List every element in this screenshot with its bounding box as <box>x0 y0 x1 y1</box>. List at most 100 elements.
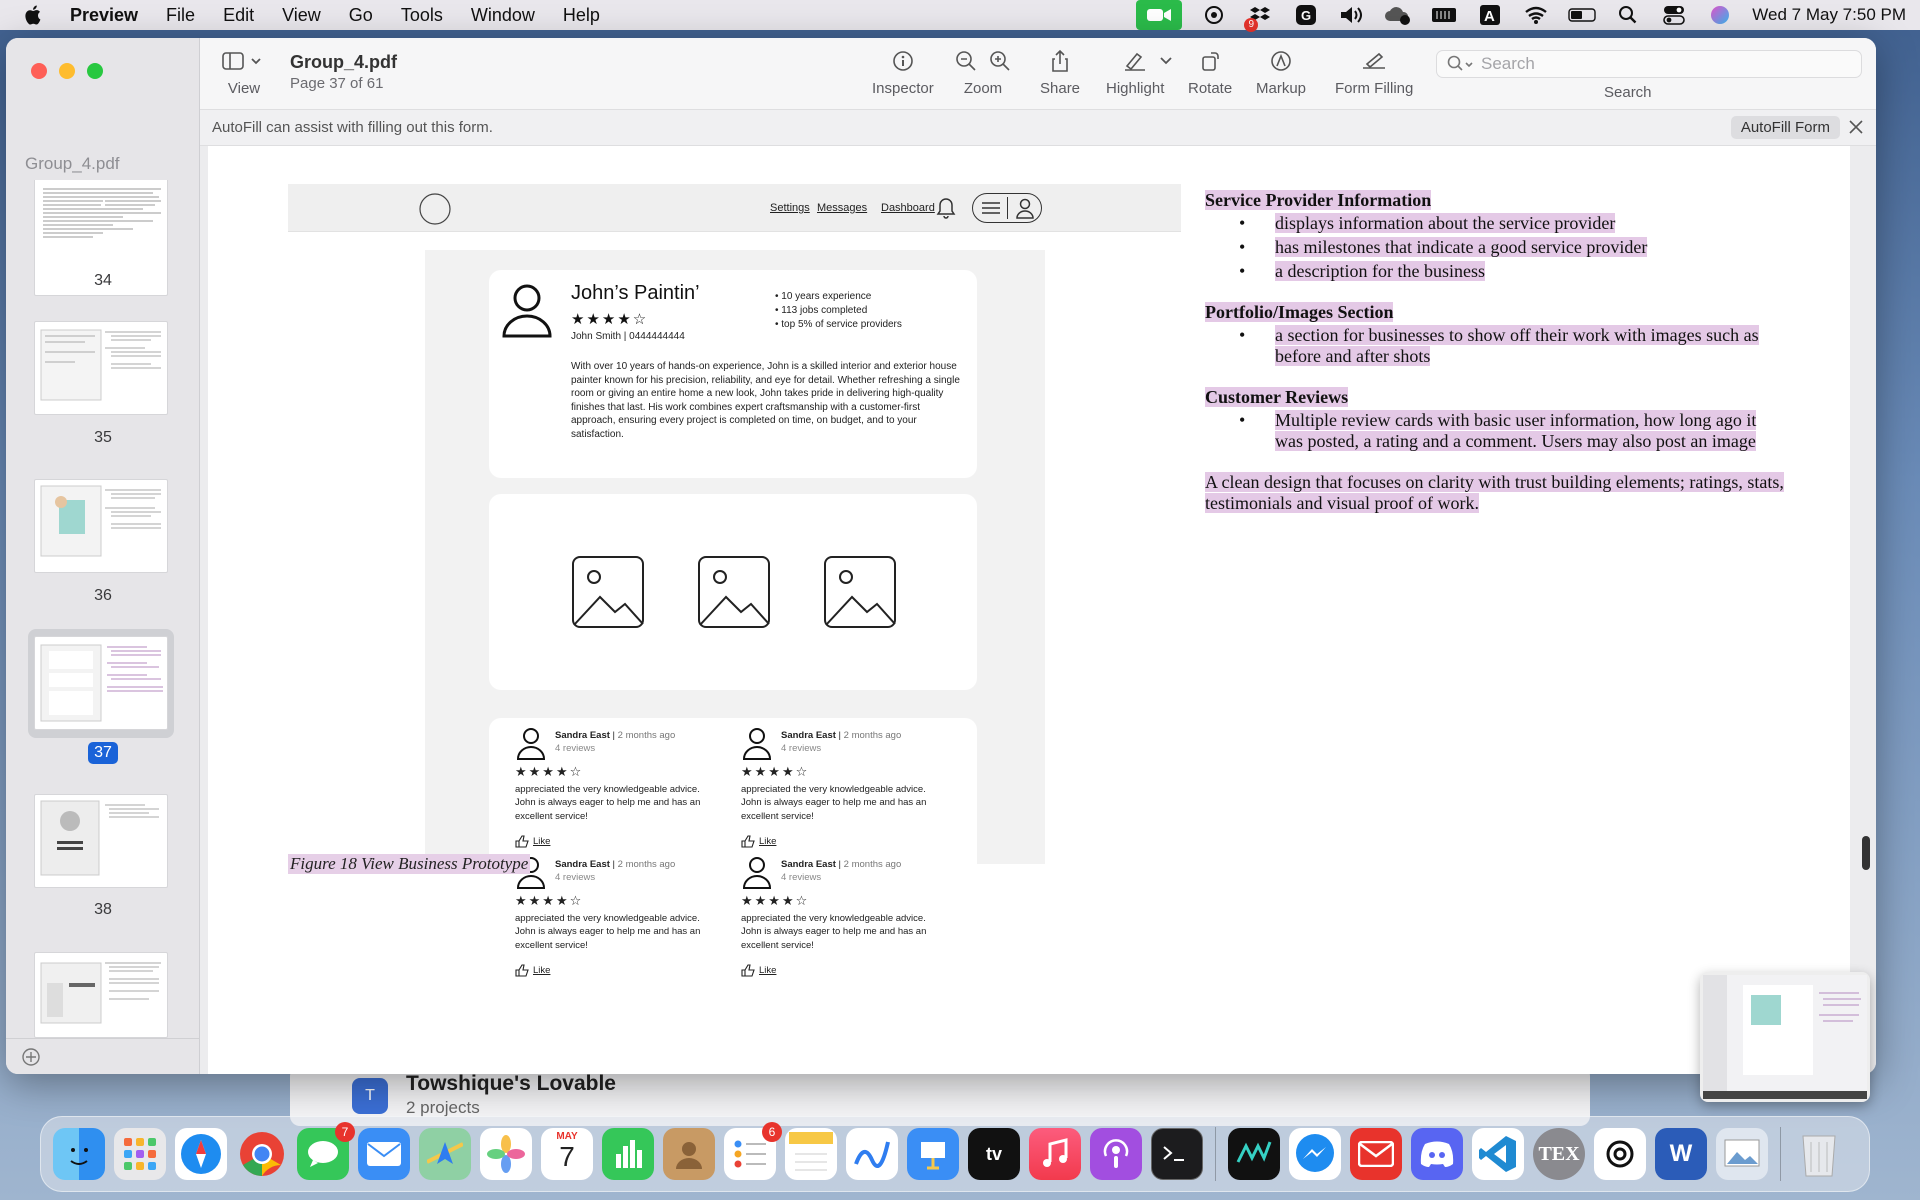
page-thumbnail-38[interactable] <box>34 794 168 888</box>
menu-tools[interactable]: Tools <box>401 5 443 26</box>
music-dock-icon[interactable] <box>1029 1128 1081 1180</box>
hamburger-icon <box>982 202 1000 214</box>
numbers-dock-icon[interactable] <box>602 1128 654 1180</box>
add-page-icon[interactable] <box>21 1047 41 1067</box>
menubar-clock[interactable]: Wed 7 May 7:50 PM <box>1752 5 1906 25</box>
memory-status-icon[interactable] <box>1430 4 1458 26</box>
zoom-window-button[interactable] <box>87 63 103 79</box>
page-thumbnail-35[interactable] <box>34 321 168 415</box>
markup-button[interactable]: Markup <box>1256 46 1306 97</box>
spotlight-icon[interactable] <box>1614 4 1642 26</box>
scrollbar-thumb[interactable] <box>1862 836 1870 870</box>
menu-edit[interactable]: Edit <box>223 5 254 26</box>
windsurf-dock-icon[interactable] <box>1228 1128 1280 1180</box>
dock: 7 MAY 7 6 tv TEX W <box>40 1116 1870 1192</box>
menu-file[interactable]: File <box>166 5 195 26</box>
word-dock-icon[interactable]: W <box>1655 1128 1707 1180</box>
input-source-icon[interactable]: A <box>1476 4 1504 26</box>
page-thumbnail-36[interactable] <box>34 479 168 573</box>
trash-dock-icon[interactable] <box>1793 1128 1845 1180</box>
reminders-dock-icon[interactable]: 6 <box>724 1122 782 1180</box>
siri-icon[interactable] <box>1706 4 1734 26</box>
messages-dock-icon[interactable]: 7 <box>297 1122 355 1180</box>
prototype-navbar: Settings Messages Dashboard <box>288 184 1181 232</box>
highlight-button[interactable]: Highlight <box>1106 46 1190 97</box>
menu-help[interactable]: Help <box>563 5 600 26</box>
menu-app-name[interactable]: Preview <box>70 5 138 26</box>
image-placeholder-icon[interactable] <box>571 555 645 629</box>
zoom-label: Zoom <box>963 80 1003 97</box>
like-button[interactable]: Like <box>515 835 550 848</box>
grammarly-status-icon[interactable]: G <box>1292 4 1320 26</box>
search-field[interactable]: Search <box>1436 50 1862 78</box>
apple-tv-dock-icon[interactable]: tv <box>968 1128 1020 1180</box>
dropbox-status-icon[interactable]: 9 <box>1244 4 1274 32</box>
contacts-dock-icon[interactable] <box>663 1128 715 1180</box>
control-center-icon[interactable] <box>1660 4 1688 26</box>
chatgpt-dock-icon[interactable] <box>1594 1128 1646 1180</box>
form-filling-button[interactable]: Form Filling <box>1335 46 1413 97</box>
like-button[interactable]: Like <box>741 964 776 977</box>
discord-dock-icon[interactable] <box>1411 1128 1463 1180</box>
zoom-control[interactable]: Zoom <box>955 46 1011 97</box>
airmail-dock-icon[interactable] <box>1350 1128 1402 1180</box>
apple-icon[interactable] <box>24 4 52 26</box>
chrome-dock-icon[interactable] <box>236 1128 288 1180</box>
nav-dashboard-link[interactable]: Dashboard <box>881 202 935 214</box>
menu-view[interactable]: View <box>282 5 321 26</box>
facetime-status-icon[interactable] <box>1136 0 1183 30</box>
page-thumbnail-37[interactable] <box>34 636 168 730</box>
launchpad-dock-icon[interactable] <box>114 1128 166 1180</box>
zoom-in-icon[interactable] <box>989 50 1011 72</box>
nav-messages-link[interactable]: Messages <box>817 202 867 214</box>
inspector-button[interactable]: Inspector <box>872 46 934 97</box>
profile-menu-pill[interactable] <box>972 193 1042 223</box>
battery-icon[interactable] <box>1568 4 1596 26</box>
stat-item: • 10 years experience <box>775 291 872 302</box>
podcasts-dock-icon[interactable] <box>1090 1128 1142 1180</box>
autofill-form-button[interactable]: AutoFill Form <box>1730 116 1840 139</box>
page-thumbnail-39[interactable] <box>34 952 168 1038</box>
inspector-label: Inspector <box>872 80 934 97</box>
close-window-button[interactable] <box>31 63 47 79</box>
minimize-window-button[interactable] <box>59 63 75 79</box>
chatgpt-status-icon[interactable] <box>1200 4 1228 26</box>
volume-icon[interactable] <box>1338 4 1366 26</box>
safari-dock-icon[interactable] <box>175 1128 227 1180</box>
mail-dock-icon[interactable] <box>358 1128 410 1180</box>
terminal-dock-icon[interactable] <box>1151 1128 1203 1180</box>
messages-badge: 7 <box>335 1122 355 1142</box>
freeform-dock-icon[interactable] <box>846 1128 898 1180</box>
screenshot-preview-thumbnail[interactable] <box>1700 972 1870 1102</box>
bell-icon[interactable] <box>934 195 958 221</box>
view-menu-button[interactable]: View <box>222 46 266 97</box>
image-placeholder-icon[interactable] <box>697 555 771 629</box>
close-icon[interactable] <box>1846 117 1866 137</box>
preview-dock-icon[interactable] <box>1716 1128 1768 1180</box>
menu-go[interactable]: Go <box>349 5 373 26</box>
rotate-button[interactable]: Rotate <box>1188 46 1232 97</box>
review-stars: ★★★★☆ <box>741 764 810 779</box>
calendar-dock-icon[interactable]: MAY 7 <box>541 1128 593 1180</box>
highlight-options-chevron-icon[interactable] <box>1159 56 1173 66</box>
keynote-dock-icon[interactable] <box>907 1128 959 1180</box>
review-age: 2 months ago <box>617 730 676 741</box>
page-number-34: 34 <box>94 272 112 289</box>
icloud-status-icon[interactable] <box>1384 4 1412 26</box>
vscode-dock-icon[interactable] <box>1472 1128 1524 1180</box>
share-button[interactable]: Share <box>1040 46 1080 97</box>
menu-window[interactable]: Window <box>471 5 535 26</box>
messenger-dock-icon[interactable] <box>1289 1128 1341 1180</box>
finder-dock-icon[interactable] <box>53 1128 105 1180</box>
photos-dock-icon[interactable] <box>480 1128 532 1180</box>
image-placeholder-icon[interactable] <box>823 555 897 629</box>
nav-settings-link[interactable]: Settings <box>770 202 810 214</box>
wifi-icon[interactable] <box>1522 4 1550 26</box>
like-button[interactable]: Like <box>741 835 776 848</box>
document-view[interactable]: Settings Messages Dashboard John’s Paint… <box>200 146 1876 1074</box>
maps-dock-icon[interactable] <box>419 1128 471 1180</box>
texshop-dock-icon[interactable]: TEX <box>1533 1128 1585 1180</box>
zoom-out-icon[interactable] <box>955 50 977 72</box>
like-button[interactable]: Like <box>515 964 550 977</box>
notes-dock-icon[interactable] <box>785 1128 837 1180</box>
